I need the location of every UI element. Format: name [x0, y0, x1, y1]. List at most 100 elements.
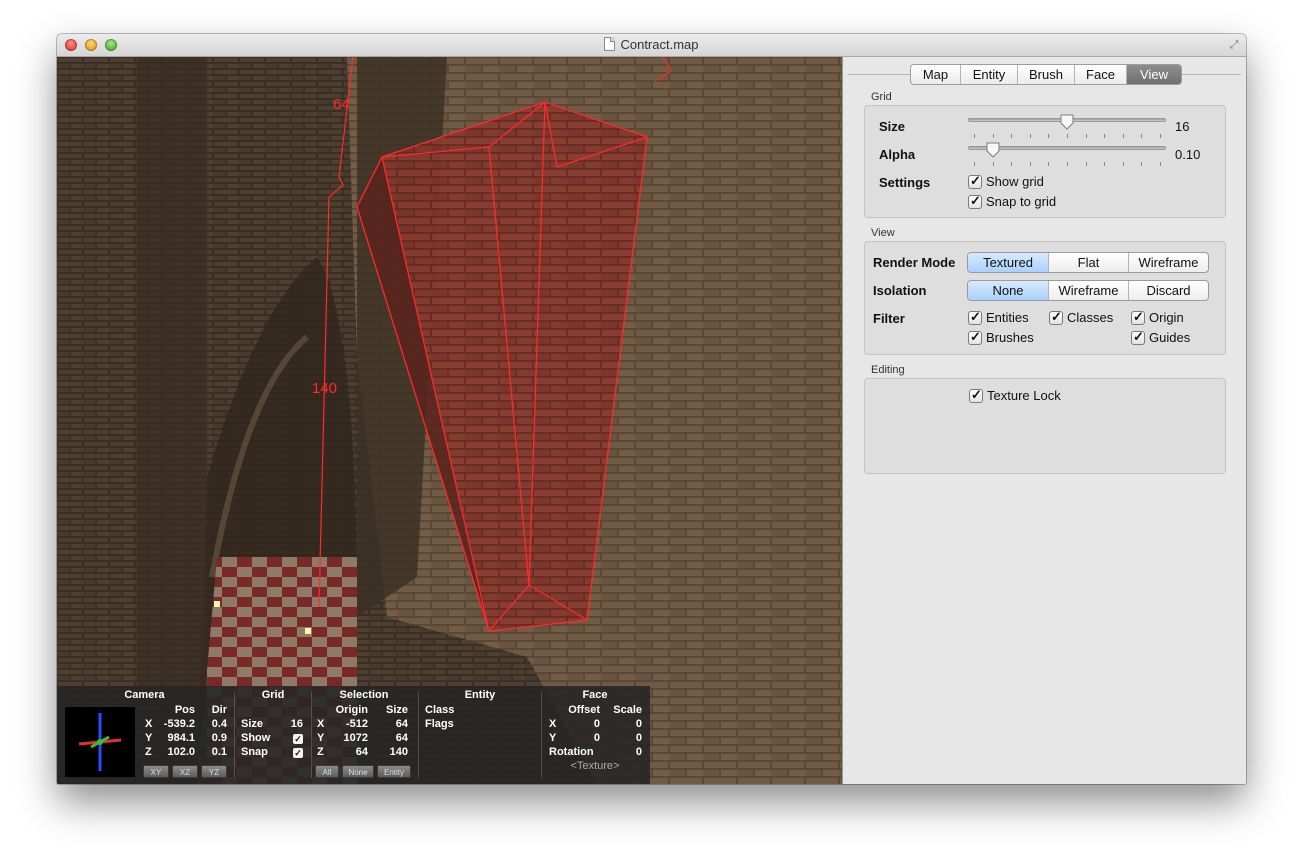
render-mode-textured[interactable]: Textured [968, 253, 1049, 272]
slider-tick [1141, 134, 1143, 138]
filter-classes-checkbox[interactable]: Classes [1049, 309, 1114, 325]
slider-tick [1085, 134, 1087, 138]
grid-size-label: Size [879, 119, 906, 134]
camera-col-dir: Dir [211, 704, 227, 716]
slider-tick [992, 134, 994, 138]
filter-entities-checkbox[interactable]: Entities [968, 309, 1029, 325]
app-window: Contract.map ⤢ 64 140 Camera Pos Dir X -… [57, 34, 1246, 784]
snap-to-grid-checkbox[interactable]: Snap to grid [968, 193, 1057, 209]
filter-brushes-checkbox[interactable]: Brushes [968, 329, 1034, 345]
camera-pos-y: 984.1 [167, 732, 195, 744]
slider-tick [1067, 134, 1068, 138]
camera-title: Camera [124, 689, 165, 701]
grid-show-checkbox[interactable]: ✓ [293, 734, 303, 744]
inspector-tabs: Map Entity Brush Face View [910, 64, 1182, 85]
slider-tick [1160, 162, 1161, 166]
face-col-scale: Scale [613, 704, 642, 716]
slider-tick [1104, 134, 1106, 138]
tab-entity[interactable]: Entity [961, 65, 1018, 84]
grid-size-value: 16 [290, 718, 303, 730]
checkbox-checked-icon [968, 309, 982, 325]
map-3d-viewport[interactable]: 64 140 Camera Pos Dir X -539.2 0.4 Y 984… [57, 57, 842, 784]
snap-to-grid-label: Snap to grid [986, 194, 1057, 209]
selection-size-z: 140 [389, 746, 408, 758]
view-group-title: View [871, 227, 895, 239]
entity-class-label: Class [425, 704, 455, 716]
slider-tick [1160, 134, 1161, 138]
camera-pos-x: -539.2 [163, 718, 195, 730]
filter-origin-label: Origin [1149, 310, 1184, 325]
isolation-control: None Wireframe Discard [967, 280, 1209, 301]
camera-pos-z: 102.0 [167, 746, 195, 758]
grid-alpha-slider-thumb[interactable] [986, 142, 1000, 158]
selection-size-y: 64 [395, 732, 408, 744]
face-scale-x: 0 [635, 718, 642, 730]
grid-alpha-value: 0.10 [1175, 147, 1201, 162]
slider-tick [992, 162, 994, 166]
render-mode-control: Textured Flat Wireframe [967, 252, 1209, 273]
filter-guides-checkbox[interactable]: Guides [1131, 329, 1190, 345]
editing-group: Texture Lock [864, 378, 1226, 474]
tab-face[interactable]: Face [1075, 65, 1127, 84]
slider-tick [1104, 162, 1106, 166]
filter-entities-label: Entities [986, 310, 1029, 325]
grid-size-slider-thumb[interactable] [1060, 114, 1074, 130]
isolation-wireframe[interactable]: Wireframe [1049, 281, 1129, 300]
slider-tick [1011, 134, 1013, 138]
checkbox-checked-icon [968, 173, 982, 189]
selection-title: Selection [339, 689, 389, 701]
checkbox-checked-icon [968, 329, 982, 345]
camera-section: Camera Pos Dir X -539.2 0.4 Y 984.1 0.9 [57, 686, 232, 784]
select-all-button[interactable]: All [315, 765, 339, 778]
grid-size-label: Size [241, 718, 264, 730]
slider-tick [1029, 162, 1031, 166]
filter-brushes-label: Brushes [986, 330, 1034, 345]
filter-label: Filter [873, 311, 905, 326]
filter-classes-label: Classes [1067, 310, 1114, 325]
grid-show-label: Show [241, 732, 271, 744]
select-entity-button[interactable]: Entity [377, 765, 411, 778]
show-grid-label: Show grid [986, 174, 1044, 189]
camera-xz-button[interactable]: XZ [172, 765, 198, 778]
camera-xy-button[interactable]: XY [143, 765, 169, 778]
entity-status-section: Entity Class Flags [419, 686, 541, 784]
isolation-none[interactable]: None [968, 281, 1049, 300]
tab-view[interactable]: View [1127, 65, 1181, 84]
camera-dir-z: 0.1 [211, 746, 227, 758]
texture-lock-checkbox[interactable]: Texture Lock [969, 387, 1061, 403]
grid-settings-label: Settings [879, 175, 931, 190]
render-mode-flat[interactable]: Flat [1049, 253, 1129, 272]
camera-axes-gizmo [65, 707, 135, 777]
texture-lock-label: Texture Lock [987, 388, 1061, 403]
camera-yz-button[interactable]: YZ [201, 765, 227, 778]
selection-axis-z: Z [317, 746, 324, 758]
selection-origin-x: -512 [345, 718, 368, 730]
show-grid-checkbox[interactable]: Show grid [968, 173, 1044, 189]
face-texture-name: <Texture> [570, 760, 620, 772]
select-none-button[interactable]: None [342, 765, 374, 778]
fullscreen-icon[interactable]: ⤢ [1228, 39, 1240, 51]
selection-size-x: 64 [395, 718, 408, 730]
face-rotation-label: Rotation [549, 746, 594, 758]
camera-col-pos: Pos [174, 704, 195, 716]
face-status-title: Face [582, 689, 608, 701]
grid-size-value: 16 [1175, 119, 1190, 134]
tab-brush[interactable]: Brush [1018, 65, 1075, 84]
render-mode-wireframe[interactable]: Wireframe [1129, 253, 1208, 272]
grid-group: Size 16 Alpha 0.10 Settings Show grid Sn… [864, 105, 1226, 218]
viewport-scene: 64 140 [57, 57, 842, 784]
selection-col-origin: Origin [335, 704, 368, 716]
editing-group-title: Editing [871, 364, 905, 376]
isolation-discard[interactable]: Discard [1129, 281, 1208, 300]
entity-flags-label: Flags [425, 718, 454, 730]
selection-col-size: Size [385, 704, 408, 716]
grid-alpha-label: Alpha [879, 147, 916, 162]
tab-map[interactable]: Map [911, 65, 961, 84]
slider-tick [974, 134, 975, 138]
window-title-area: Contract.map [57, 37, 1246, 52]
face-col-offset: Offset [568, 704, 600, 716]
grid-snap-checkbox[interactable]: ✓ [293, 748, 303, 758]
title-bar: Contract.map ⤢ [57, 34, 1246, 57]
filter-origin-checkbox[interactable]: Origin [1131, 309, 1184, 325]
document-icon [604, 37, 616, 51]
